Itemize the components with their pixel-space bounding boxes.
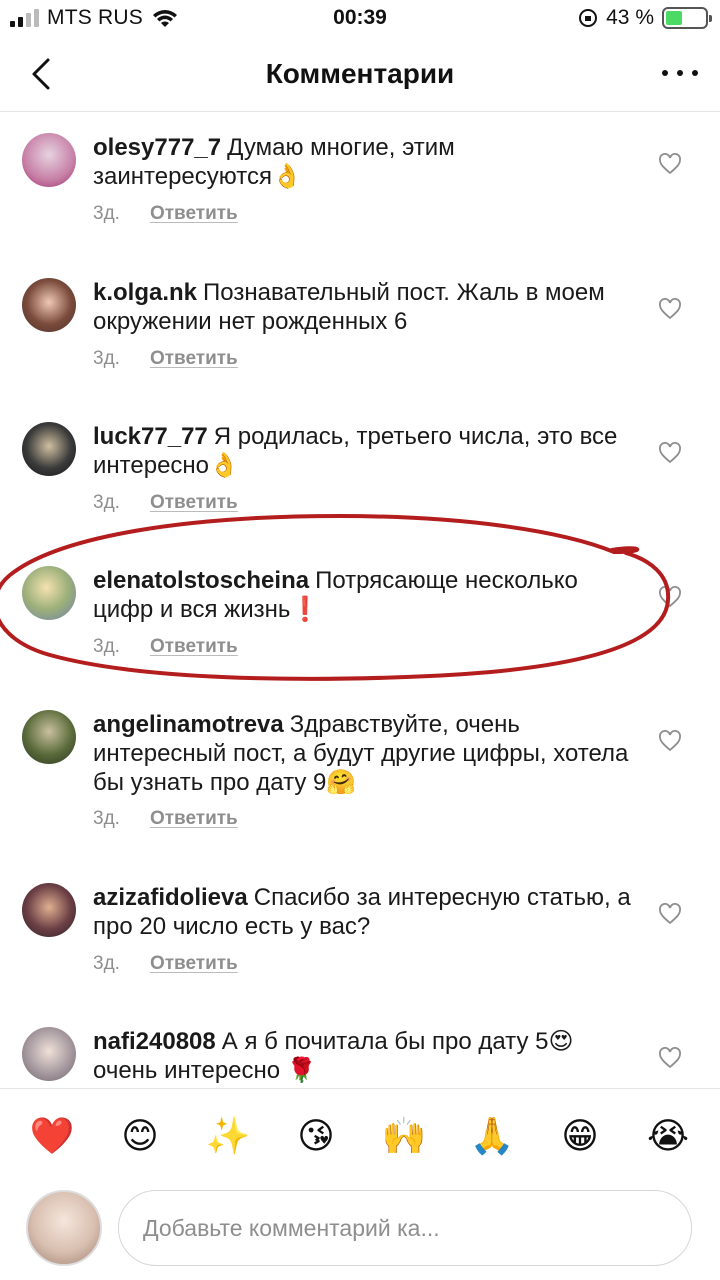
comment-meta: 3д. Ответить: [93, 348, 238, 370]
comment-text: luck77_77 Я родилась, третьего числа, это…: [93, 422, 633, 480]
status-bar: MTS RUS 00:39 43 %: [0, 0, 720, 40]
battery-group: 43 %: [578, 6, 712, 30]
like-heart-icon[interactable]: [658, 903, 682, 925]
comment-time: 3д.: [93, 636, 120, 657]
emoji-grin-button[interactable]: 😁: [552, 1118, 608, 1155]
battery-fill: [666, 11, 683, 25]
emoji-cry-button[interactable]: 😭: [640, 1118, 696, 1155]
comment-text: elenatolstoscheina Потрясающе несколько ц…: [93, 566, 633, 624]
comment-input[interactable]: Добавьте комментарий ка...: [118, 1190, 692, 1266]
emoji-raised-hands-button[interactable]: 🙌: [376, 1118, 432, 1155]
emoji-pray-button[interactable]: 🙏: [464, 1118, 520, 1155]
my-avatar: [26, 1190, 102, 1266]
page-title: Комментарии: [265, 58, 455, 89]
comment-meta: 3д. Ответить: [93, 808, 238, 830]
comment-composer: Добавьте комментарий ка...: [0, 1184, 720, 1280]
avatar[interactable]: [22, 1027, 76, 1081]
quick-emoji-bar: ❤️ 😊 ✨ 😘 🙌 🙏 😁 😭: [0, 1088, 720, 1184]
reply-button[interactable]: Ответить: [150, 348, 238, 370]
like-heart-icon[interactable]: [658, 586, 682, 608]
emoji-heart-button[interactable]: ❤️: [24, 1118, 80, 1155]
comment-username[interactable]: nafi240808: [93, 1028, 216, 1055]
like-heart-icon[interactable]: [658, 298, 682, 320]
like-heart-icon[interactable]: [658, 730, 682, 752]
comment-time: 3д.: [93, 348, 120, 369]
avatar[interactable]: [22, 710, 76, 764]
comment-time: 3д.: [93, 492, 120, 513]
avatar[interactable]: [22, 566, 76, 620]
avatar[interactable]: [22, 883, 76, 937]
comment-text: azizafidolieva Спасибо за интересную стат…: [93, 883, 633, 941]
comment-time: 3д.: [93, 808, 120, 829]
like-heart-icon[interactable]: [658, 442, 682, 464]
emoji-sparkles-button[interactable]: ✨: [200, 1118, 256, 1155]
more-options-icon[interactable]: [662, 58, 698, 88]
avatar[interactable]: [22, 133, 76, 187]
emoji-kiss-button[interactable]: 😘: [288, 1118, 344, 1155]
comment-text: nafi240808 А я б почитала бы про дату 5😍 …: [93, 1027, 633, 1085]
like-heart-icon[interactable]: [658, 1047, 682, 1069]
avatar[interactable]: [22, 422, 76, 476]
comment-meta: 3д. Ответить: [93, 203, 238, 225]
comment-meta: 3д. Ответить: [93, 492, 238, 514]
comment-meta: 3д. Ответить: [93, 636, 238, 658]
reply-button[interactable]: Ответить: [150, 203, 238, 225]
comment-username[interactable]: k.olga.nk: [93, 279, 197, 306]
reply-button[interactable]: Ответить: [150, 492, 238, 514]
comment-text: olesy777_7 Думаю многие, этим заинтересую…: [93, 133, 633, 191]
comment-list: olesy777_7 Думаю многие, этим заинтересую…: [0, 113, 720, 1088]
comment-username[interactable]: olesy777_7: [93, 134, 221, 161]
battery-percent: 43 %: [606, 6, 654, 29]
emoji-smile-button[interactable]: 😊: [112, 1118, 168, 1155]
comment-username[interactable]: azizafidolieva: [93, 884, 248, 911]
comment-username[interactable]: luck77_77: [93, 423, 208, 450]
avatar[interactable]: [22, 278, 76, 332]
comment-username[interactable]: angelinamotreva: [93, 711, 284, 738]
comment-text: angelinamotreva Здравствуйте, очень интер…: [93, 710, 633, 797]
comment-time: 3д.: [93, 203, 120, 224]
header: Комментарии: [0, 40, 720, 112]
comment-text: k.olga.nk Познавательный пост. Жаль в мое…: [93, 278, 633, 336]
comment-input-placeholder: Добавьте комментарий ка...: [143, 1214, 440, 1241]
orientation-lock-icon: [579, 9, 598, 27]
reply-button[interactable]: Ответить: [150, 808, 238, 830]
reply-button[interactable]: Ответить: [150, 953, 238, 975]
battery-icon: [662, 7, 712, 29]
reply-button[interactable]: Ответить: [150, 636, 238, 658]
comment-meta: 3д. Ответить: [93, 953, 238, 975]
comment-username[interactable]: elenatolstoscheina: [93, 567, 309, 594]
comment-time: 3д.: [93, 953, 120, 974]
like-heart-icon[interactable]: [658, 153, 682, 175]
